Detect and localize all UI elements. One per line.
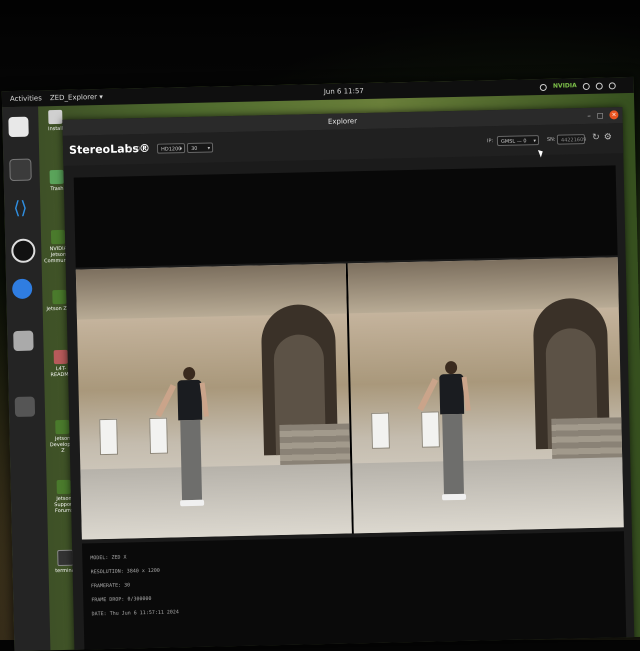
drive-icon[interactable] (13, 330, 34, 352)
explorer-window: Explorer – □ × StereoLabs® 1.10 HD1200 ▾ … (62, 107, 635, 651)
nvidia-tray-label[interactable]: NVIDIA (553, 78, 577, 95)
volume-icon[interactable] (595, 82, 603, 90)
right-camera-view (347, 257, 624, 534)
chevron-down-icon: ▾ (207, 145, 211, 152)
terminal-icon (57, 549, 74, 567)
ip-select[interactable]: GMSL — 0 ▾ (496, 135, 540, 147)
sn-field[interactable]: 44221609 (556, 134, 587, 145)
hall-window (99, 418, 119, 456)
fps-select[interactable]: 30 ▾ (186, 142, 214, 154)
folder-icon (53, 349, 68, 365)
hall-window (149, 417, 168, 454)
nvidia-link-icon (50, 229, 66, 245)
window-title: Explorer (327, 117, 358, 126)
apps-grid-icon[interactable] (14, 396, 36, 418)
panel-area (73, 165, 618, 268)
gear-icon[interactable]: ⚙ (603, 131, 613, 143)
info-frame-drop: FRAME DROP: 0/300000 (91, 595, 152, 604)
person (155, 366, 209, 513)
info-framerate: FRAMERATE: 30 (90, 582, 131, 590)
version-label: 1.10 (129, 146, 141, 153)
terminal-icon[interactable] (9, 158, 32, 182)
info-date: DATE: Thu Jun 6 11:57:11 2024 (91, 609, 179, 618)
floor (80, 463, 352, 540)
close-button[interactable]: × (609, 110, 619, 120)
trash-icon (49, 169, 64, 185)
info-resolution: RESOLUTION: 3840 x 1200 (90, 567, 160, 576)
files-icon[interactable] (8, 116, 29, 138)
sn-label: SN: (546, 136, 556, 143)
clock[interactable]: Jun 6 11:57 (324, 83, 364, 100)
nvidia-link-icon (55, 419, 70, 435)
record-icon[interactable] (539, 83, 548, 91)
stereo-video-feed (75, 257, 624, 540)
minimize-button[interactable]: – (587, 111, 591, 121)
monitor-screen: Activities ZED_Explorer ▾ Jun 6 11:57 NV… (1, 76, 640, 651)
maximize-button[interactable]: □ (597, 111, 604, 121)
hall-window (371, 412, 390, 449)
network-icon[interactable] (582, 82, 590, 90)
resolution-select[interactable]: HD1200 ▾ (156, 143, 186, 154)
chevron-down-icon: ▾ (533, 138, 537, 145)
camera-info-panel: MODEL: ZED X RESOLUTION: 3840 x 1200 FRA… (82, 531, 627, 651)
person (417, 360, 471, 507)
ip-label: IP: (486, 138, 494, 145)
activities-button[interactable]: Activities (10, 90, 42, 107)
app-menu[interactable]: ZED_Explorer ▾ (50, 89, 103, 106)
info-model: MODEL: ZED X (90, 554, 127, 562)
power-icon[interactable] (608, 81, 616, 89)
obs-icon[interactable] (11, 238, 36, 264)
window-controls: – □ × (587, 110, 619, 121)
nvidia-link-icon (52, 289, 67, 305)
vscode-icon[interactable]: ⟨⟩ (10, 198, 30, 219)
floor (352, 457, 624, 534)
refresh-icon[interactable]: ↻ (591, 132, 601, 144)
install-icon (48, 109, 63, 125)
system-tray[interactable]: NVIDIA (539, 77, 616, 95)
left-camera-view (75, 263, 352, 540)
desktop-icons: Install Trash NVIDIA Jetson Community Je… (40, 109, 76, 574)
nvidia-link-icon (56, 479, 71, 495)
chevron-down-icon: ▾ (179, 146, 183, 153)
chromium-icon[interactable] (11, 278, 33, 300)
